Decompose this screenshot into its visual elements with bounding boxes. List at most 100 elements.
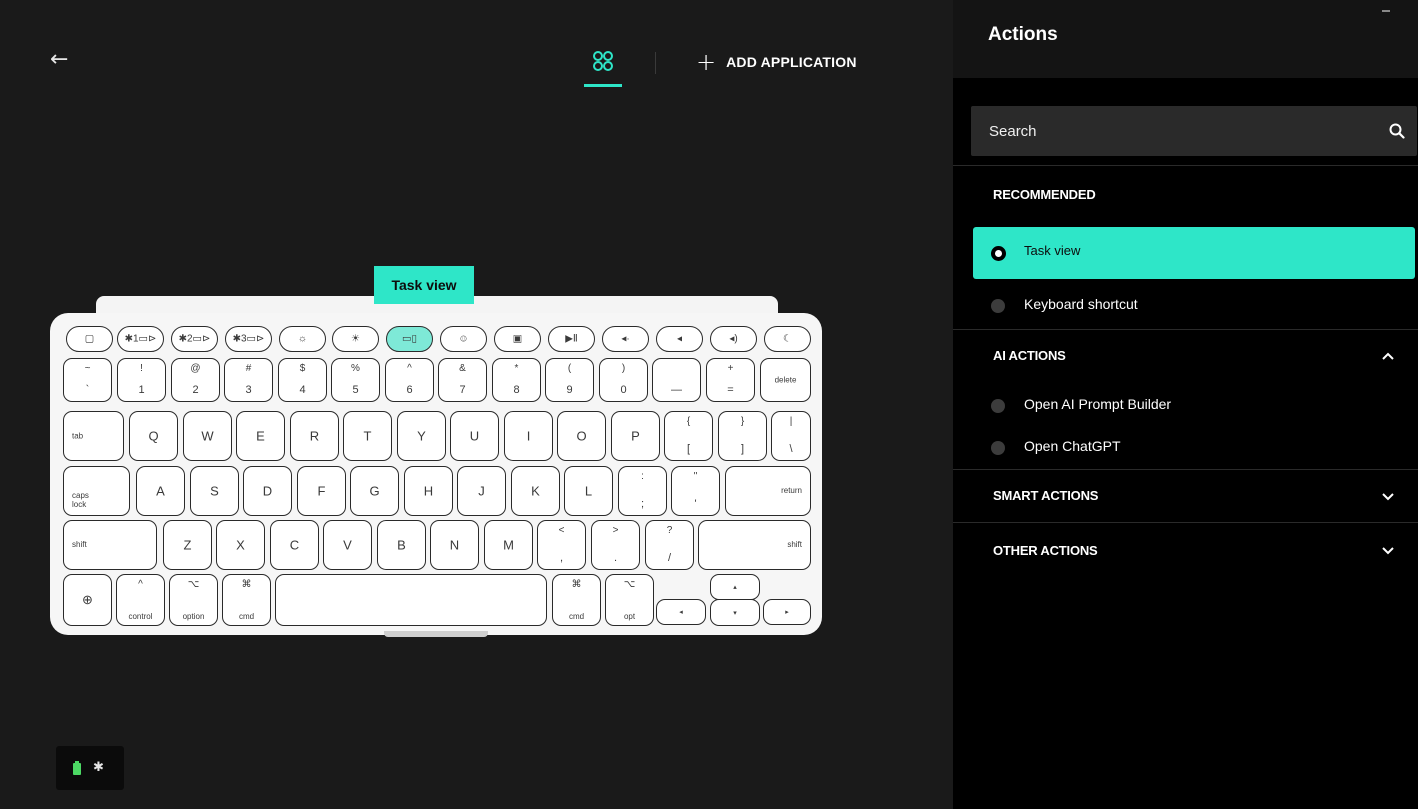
letter-key[interactable]: X (216, 520, 265, 570)
search-icon[interactable] (1389, 123, 1405, 139)
cmd-key-right[interactable]: ⌘ cmd (552, 574, 601, 626)
punct-key[interactable]: <, (537, 520, 586, 570)
fn-key-12[interactable]: ◂ (656, 326, 703, 352)
key-legend: delete (774, 375, 797, 385)
fn-key-5[interactable]: ☼ (279, 326, 326, 352)
cmd-key[interactable]: ⌘ cmd (222, 574, 271, 626)
key-legend: ✱3▭⊳ (232, 333, 265, 345)
letter-key[interactable]: A (136, 466, 185, 516)
punct-key[interactable]: ? / (645, 520, 694, 570)
globe-key[interactable]: ⊕ (63, 574, 112, 626)
letter-key[interactable]: Z (163, 520, 212, 570)
shift-key-left[interactable]: shift (63, 520, 157, 570)
bracket-key[interactable]: }] (718, 411, 767, 461)
add-application-button[interactable]: + ADD APPLICATION (696, 50, 857, 74)
letter-key[interactable]: W (183, 411, 232, 461)
number-key[interactable]: ^ 6 (385, 358, 434, 402)
letter-key[interactable]: T (343, 411, 392, 461)
letter-key[interactable]: N (430, 520, 479, 570)
control-key[interactable]: ^ control (116, 574, 165, 626)
action-item-task-view[interactable]: Task view (973, 227, 1415, 279)
action-item-open-chatgpt[interactable]: Open ChatGPT (973, 422, 1415, 474)
caps-lock-key[interactable]: caps lock (63, 466, 130, 516)
letter-key[interactable]: C (270, 520, 319, 570)
letter-key[interactable]: Q (129, 411, 178, 461)
fn-key-2[interactable]: ✱1▭⊳ (117, 326, 164, 352)
letter-key[interactable]: E (236, 411, 285, 461)
chevron-down-icon[interactable] (1382, 493, 1394, 501)
section-smart-actions[interactable]: SMART ACTIONS (993, 488, 1098, 503)
number-key[interactable]: @2 (171, 358, 220, 402)
letter-key[interactable]: F (297, 466, 346, 516)
letter-key[interactable]: I (504, 411, 553, 461)
search-input[interactable] (971, 106, 1417, 156)
return-key[interactable]: return (725, 466, 811, 516)
letter-key[interactable]: D (243, 466, 292, 516)
arrow-left-key[interactable]: ◂ (656, 599, 706, 625)
option-key-right[interactable]: ⌥ opt (605, 574, 654, 626)
letter-key[interactable]: S (190, 466, 239, 516)
number-key[interactable]: — (652, 358, 701, 402)
letter-key[interactable]: H (404, 466, 453, 516)
number-key[interactable]: ! 1 (117, 358, 166, 402)
chevron-down-icon[interactable] (1382, 547, 1394, 555)
letter-key[interactable]: K (511, 466, 560, 516)
fn-key-3[interactable]: ✱2▭⊳ (171, 326, 218, 352)
space-key[interactable] (275, 574, 547, 626)
arrow-right-key[interactable]: ▸ (763, 599, 811, 625)
bracket-key[interactable]: | \ (771, 411, 811, 461)
letter-key[interactable]: Y (397, 411, 446, 461)
key-legend: ` (85, 384, 90, 396)
letter-key[interactable]: O (557, 411, 606, 461)
letter-key[interactable]: B (377, 520, 426, 570)
number-key[interactable]: * 8 (492, 358, 541, 402)
number-key[interactable]: $4 (278, 358, 327, 402)
fn-key-14[interactable]: ☾ (764, 326, 811, 352)
action-item-keyboard-shortcut[interactable]: Keyboard shortcut (973, 280, 1415, 332)
fn-key-7[interactable]: ▭▯ (386, 326, 433, 352)
fn-key-8[interactable]: ☺ (440, 326, 487, 352)
shift-key-right[interactable]: shift (698, 520, 811, 570)
tab-key[interactable]: tab (63, 411, 124, 461)
number-key[interactable]: (9 (545, 358, 594, 402)
arrow-up-key[interactable]: ▴ (710, 574, 760, 600)
number-key[interactable]: ) 0 (599, 358, 648, 402)
option-key[interactable]: ⌥ option (169, 574, 218, 626)
back-button[interactable]: ← (50, 48, 74, 72)
bracket-key[interactable]: {[ (664, 411, 713, 461)
letter-key[interactable]: J (457, 466, 506, 516)
letter-key[interactable]: V (323, 520, 372, 570)
minimize-icon[interactable] (1382, 10, 1390, 12)
letter-key[interactable]: M (484, 520, 533, 570)
letter-key[interactable]: R (290, 411, 339, 461)
apps-button[interactable] (584, 46, 622, 86)
punct-key[interactable]: " ' (671, 466, 720, 516)
device-status: ✱ (56, 746, 124, 790)
fn-key-11[interactable]: ◂· (602, 326, 649, 352)
key-legend: 2 (192, 384, 199, 396)
fn-key-4[interactable]: ✱3▭⊳ (225, 326, 272, 352)
number-key[interactable]: ~ ` (63, 358, 112, 402)
number-key[interactable]: + = (706, 358, 755, 402)
key-legend: \ (789, 443, 793, 455)
key-legend: + (727, 363, 734, 374)
letter-key[interactable]: U (450, 411, 499, 461)
section-other-actions[interactable]: OTHER ACTIONS (993, 543, 1098, 558)
letter-key[interactable]: G (350, 466, 399, 516)
fn-key-6[interactable]: ☀ (332, 326, 379, 352)
chevron-up-icon[interactable] (1382, 352, 1394, 360)
letter-key[interactable]: L (564, 466, 613, 516)
fn-key-13[interactable]: ◂) (710, 326, 757, 352)
arrow-down-key[interactable]: ▾ (710, 599, 760, 626)
fn-key-1[interactable]: ▢ (66, 326, 113, 352)
number-key[interactable]: #3 (224, 358, 273, 402)
number-key[interactable]: % 5 (331, 358, 380, 402)
punct-key[interactable]: >. (591, 520, 640, 570)
fn-key-10[interactable]: ▶Ⅱ (548, 326, 595, 352)
punct-key[interactable]: :; (618, 466, 667, 516)
delete-key[interactable]: delete (760, 358, 811, 402)
letter-key[interactable]: P (611, 411, 660, 461)
section-ai-actions[interactable]: AI ACTIONS (993, 348, 1066, 363)
fn-key-9[interactable]: ▣ (494, 326, 541, 352)
number-key[interactable]: & 7 (438, 358, 487, 402)
